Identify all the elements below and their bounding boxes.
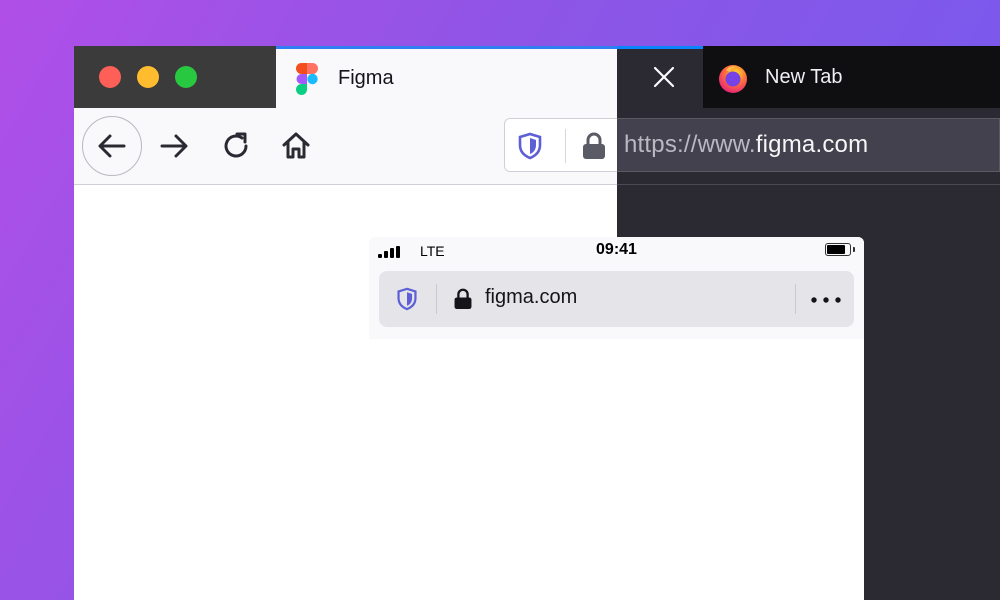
tab-new-tab[interactable]: New Tab bbox=[703, 46, 1000, 108]
home-button[interactable] bbox=[266, 116, 326, 176]
shield-icon[interactable] bbox=[396, 287, 418, 311]
battery-icon bbox=[825, 243, 851, 256]
more-icon[interactable] bbox=[811, 297, 841, 303]
mobile-top-bar: LTE 09:41 figma.com bbox=[369, 237, 864, 339]
lock-icon[interactable] bbox=[453, 287, 473, 311]
back-arrow-icon bbox=[98, 134, 126, 158]
shield-icon[interactable] bbox=[517, 132, 543, 160]
battery-tip bbox=[853, 247, 855, 252]
url-prefix: https://www. bbox=[624, 131, 756, 158]
tab-title: Figma bbox=[338, 67, 394, 89]
figma-logo bbox=[296, 63, 318, 95]
lock-icon[interactable] bbox=[581, 131, 607, 161]
back-button[interactable] bbox=[82, 116, 142, 176]
firefox-logo bbox=[719, 65, 747, 93]
forward-arrow-icon bbox=[160, 134, 188, 158]
forward-button[interactable] bbox=[144, 116, 204, 176]
title-bar bbox=[74, 46, 276, 108]
url-bar[interactable] bbox=[504, 118, 617, 172]
url-text: https://www.figma.com bbox=[624, 131, 868, 159]
home-icon bbox=[282, 132, 310, 159]
close-icon[interactable] bbox=[652, 65, 676, 89]
url-divider bbox=[795, 284, 796, 314]
tab-figma[interactable]: Figma bbox=[276, 46, 617, 108]
url-divider bbox=[565, 129, 566, 163]
mobile-url-bar[interactable]: figma.com bbox=[379, 271, 854, 327]
mobile-url-text: figma.com bbox=[485, 286, 578, 308]
reload-button[interactable] bbox=[206, 116, 266, 176]
navigation-toolbar-dark: https://www.figma.com bbox=[617, 108, 1000, 185]
status-time: 09:41 bbox=[596, 241, 637, 258]
maximize-window-button[interactable] bbox=[175, 66, 197, 88]
url-bar-dark[interactable]: https://www.figma.com bbox=[617, 118, 1000, 172]
mobile-browser: LTE 09:41 figma.com bbox=[369, 237, 864, 600]
url-divider bbox=[436, 284, 437, 314]
close-window-button[interactable] bbox=[99, 66, 121, 88]
tab-title: New Tab bbox=[765, 66, 843, 88]
url-domain: figma.com bbox=[755, 131, 869, 158]
tab-figma-dark[interactable] bbox=[617, 46, 703, 108]
navigation-toolbar bbox=[74, 108, 617, 185]
reload-icon bbox=[224, 132, 248, 158]
minimize-window-button[interactable] bbox=[137, 66, 159, 88]
